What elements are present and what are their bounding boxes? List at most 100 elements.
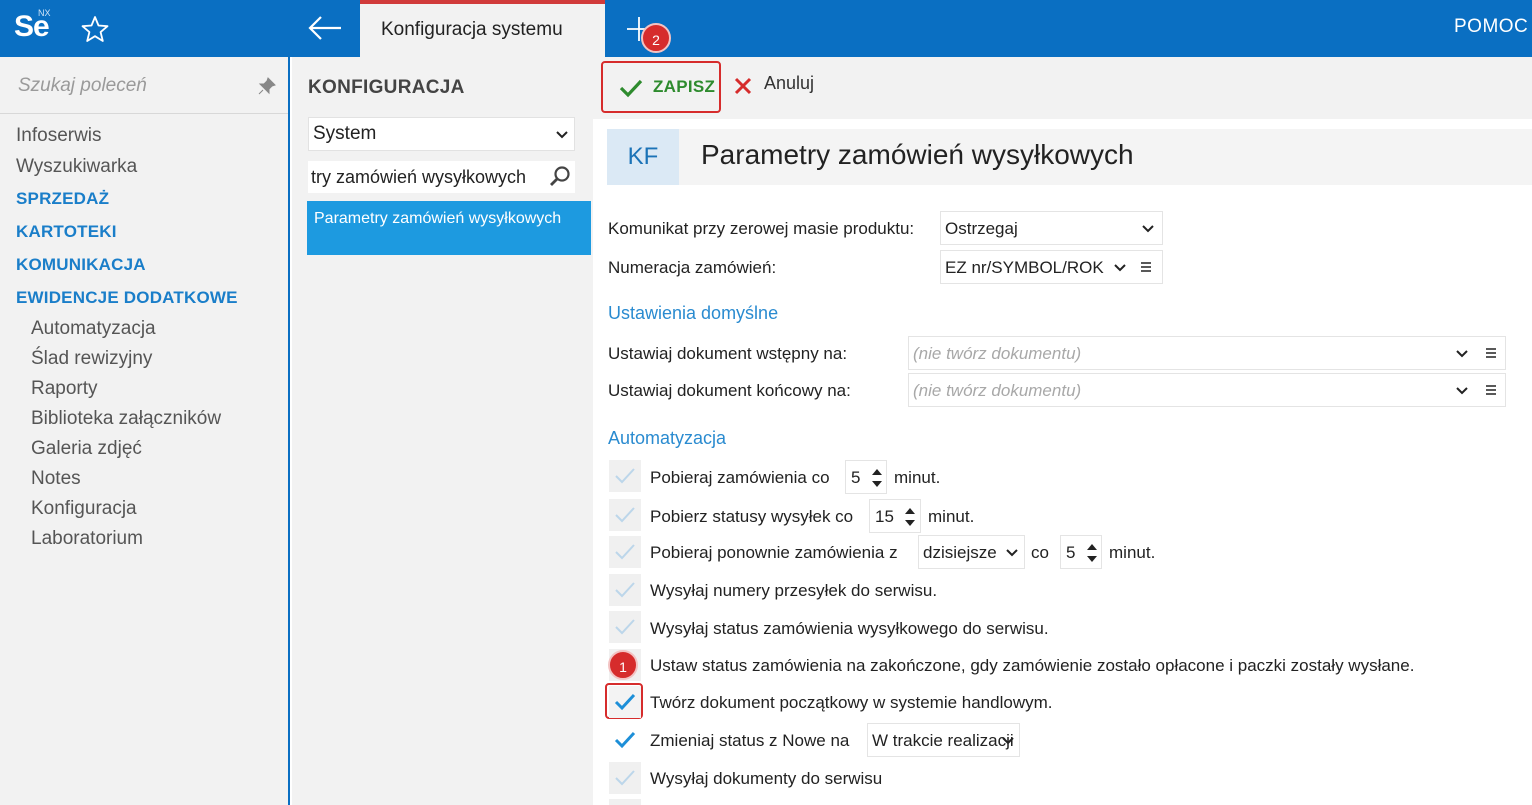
send-status-checkbox[interactable] [609,611,641,643]
checkmark-icon [614,693,636,711]
top-bar: Se NX Konfiguracja systemu 2 POMOC [0,0,1532,57]
checkmark-icon [615,544,635,560]
cancel-button[interactable]: Anuluj [731,71,831,101]
checkmark-icon [615,507,635,523]
send-numbers-label: Wysyłaj numery przesyłek do serwisu. [650,581,938,600]
send-status-label: Wysyłaj status zamówienia wysyłkowego do… [650,619,1049,638]
section-ustawienia-domyslne: Ustawienia domyślne [608,303,779,323]
chevron-down-icon [556,131,568,139]
stepper-arrows-icon[interactable] [904,505,916,529]
final-doc-select[interactable]: (nie twórz dokumentu) [908,373,1506,407]
refetch-label: Pobieraj ponownie zamówienia z [650,543,898,562]
refetch-from-value: dzisiejsze [923,543,997,562]
main-content: ZAPISZ Anuluj KF Parametry zamówień wysy… [593,57,1532,805]
numbering-value: EZ nr/SYMBOL/ROK [945,258,1104,277]
save-button[interactable]: ZAPISZ [601,61,721,113]
refetch-unit: minut. [1109,543,1156,562]
checkmark-icon [614,731,636,749]
toolbar: ZAPISZ Anuluj [593,57,1532,119]
nav-subitem-konfiguracja[interactable]: Konfiguracja [31,498,137,520]
nav-subitem-slad-rewizyjny[interactable]: Ślad rewizyjny [31,348,152,370]
zero-mass-select[interactable]: Ostrzegaj [940,211,1163,245]
nav-item-infoserwis[interactable]: Infoserwis [16,125,102,147]
fetch-status-label: Pobierz statusy wysyłek co [650,507,854,526]
search-icon[interactable] [548,165,572,189]
tab-label: Konfiguracja systemu [381,19,563,40]
configuration-panel: KONFIGURACJA System try zamówień wysyłko… [292,57,593,805]
cancel-label: Anuluj [764,73,815,93]
checkmark-icon [615,619,635,635]
refetch-checkbox[interactable] [609,536,641,568]
zero-mass-value: Ostrzegaj [945,219,1018,238]
fetch-status-stepper[interactable]: 15 [869,499,921,533]
fetch-orders-checkbox[interactable] [609,460,641,492]
final-doc-placeholder: (nie twórz dokumentu) [913,381,1082,400]
final-doc-label: Ustawiaj dokument końcowy na: [608,381,851,400]
config-item-parametry-zamowien[interactable]: Parametry zamówień wysyłkowych [307,201,591,255]
list-menu-icon[interactable] [1484,345,1498,361]
stepper-arrows-icon[interactable] [871,466,883,490]
nav-subitem-galeria[interactable]: Galeria zdjęć [31,438,142,460]
fetch-orders-label: Pobieraj zamówienia co [650,468,830,487]
fetch-status-checkbox[interactable] [609,499,641,531]
checkmark-icon [615,582,635,598]
checkmark-icon [619,79,643,98]
app-logo[interactable]: Se NX [0,0,56,57]
chevron-down-icon [1456,387,1468,395]
system-select-value: System [313,123,377,144]
chevron-down-icon [1006,549,1018,557]
nav-item-wyszukiwarka[interactable]: Wyszukiwarka [16,156,137,178]
chevron-down-icon [1114,264,1126,272]
fetch-status-unit: minut. [928,507,975,526]
zero-mass-label: Komunikat przy zerowej masie produktu: [608,219,915,238]
nav-section-kartoteki[interactable]: KARTOTEKI [16,222,117,242]
list-menu-icon[interactable] [1139,259,1153,275]
send-docs-label: Wysyłaj dokumenty do serwisu [650,769,883,788]
nav-subitem-automatyzacja[interactable]: Automatyzacja [31,318,156,340]
stepper-arrows-icon[interactable] [1086,541,1098,565]
page-title: Parametry zamówień wysyłkowych [701,139,1134,170]
refetch-stepper[interactable]: 5 [1060,535,1102,569]
system-select[interactable]: System [308,117,575,151]
step-badge-1: 1 [608,650,638,680]
next-checkbox-partial[interactable] [609,799,641,805]
config-search-input[interactable]: try zamówień wysyłkowych [308,161,575,193]
command-search-input[interactable]: Szukaj poleceń [18,75,147,97]
chevron-down-icon [1002,737,1014,745]
help-link[interactable]: POMOC [1454,16,1528,38]
step-badge-2: 2 [641,23,671,53]
initial-doc-placeholder: (nie twórz dokumentu) [913,344,1082,363]
tab-konfiguracja-systemu[interactable]: Konfiguracja systemu [360,0,605,57]
nav-section-sprzedaz[interactable]: SPRZEDAŻ [16,189,109,209]
nav-subitem-notes[interactable]: Notes [31,468,81,490]
chevron-down-icon [1456,350,1468,358]
create-doc-checkbox[interactable] [609,686,641,718]
nav-subitem-laboratorium[interactable]: Laboratorium [31,528,143,550]
nav-subitem-raporty[interactable]: Raporty [31,378,98,400]
refetch-from-select[interactable]: dzisiejsze [918,535,1025,569]
send-docs-checkbox[interactable] [609,762,641,794]
pin-icon[interactable] [258,77,276,95]
send-numbers-checkbox[interactable] [609,574,641,606]
numbering-select[interactable]: EZ nr/SYMBOL/ROK [940,250,1163,284]
nav-subitem-biblioteka[interactable]: Biblioteka załączników [31,408,221,430]
change-status-select[interactable]: W trakcie realizacji [867,723,1020,757]
nav-section-ewidencje-dodatkowe[interactable]: EWIDENCJE DODATKOWE [16,288,238,308]
numbering-label: Numeracja zamówień: [608,258,777,277]
initial-doc-select[interactable]: (nie twórz dokumentu) [908,336,1506,370]
fetch-orders-unit: minut. [894,468,941,487]
fetch-orders-stepper[interactable]: 5 [845,460,887,494]
close-icon [734,77,752,95]
chevron-down-icon [1142,225,1154,233]
section-automatyzacja: Automatyzacja [608,428,727,448]
set-completed-label: Ustaw status zamówienia na zakończone, g… [650,656,1415,675]
fetch-orders-value: 5 [851,468,861,487]
list-menu-icon[interactable] [1484,382,1498,398]
checkmark-icon [615,468,635,484]
back-arrow-icon[interactable] [305,12,345,44]
favorites-star-icon[interactable] [80,14,110,44]
change-status-checkbox[interactable] [609,724,641,756]
nav-section-komunikacja[interactable]: KOMUNIKACJA [16,255,146,275]
logo-badge: NX [38,8,51,18]
module-code-badge: KF [607,129,679,185]
